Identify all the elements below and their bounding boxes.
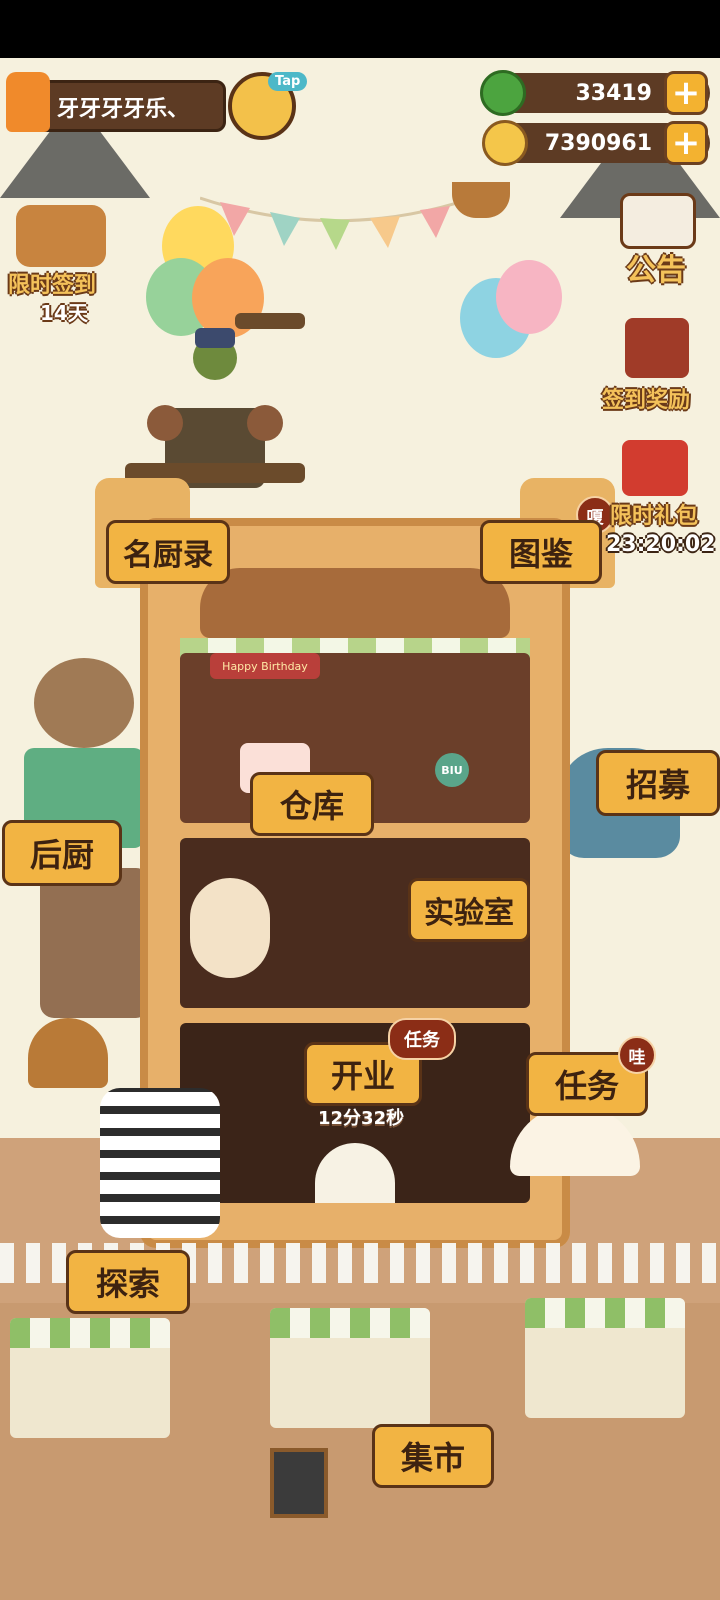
menu-board xyxy=(270,1448,328,1518)
recruit-label: 招募 xyxy=(625,766,690,804)
limited-gift-button[interactable]: 嗄 限时礼包 23:20:02 xyxy=(576,430,716,570)
lab-label: 实验室 xyxy=(424,896,514,931)
dessert-stall[interactable] xyxy=(10,1318,170,1438)
encyclopedia-label: 图鉴 xyxy=(508,535,573,573)
add-cookie-button[interactable]: + xyxy=(664,71,708,115)
coin-icon xyxy=(482,120,528,166)
bell xyxy=(28,1018,108,1088)
explore-button[interactable]: 探索 xyxy=(66,1250,190,1314)
stall-awning xyxy=(10,1318,170,1348)
gift-pack-icon xyxy=(622,440,688,496)
famous-chefs-label: 名厨录 xyxy=(123,538,213,573)
warehouse-button[interactable]: 仓库 xyxy=(250,772,374,836)
plus-icon: + xyxy=(671,123,701,163)
market-label: 集市 xyxy=(400,1439,465,1477)
tap-label: Tap xyxy=(268,72,308,91)
market-button[interactable]: 集市 xyxy=(372,1424,494,1488)
birthday-banner: Happy Birthday xyxy=(210,653,320,679)
animal-toy-stall[interactable] xyxy=(525,1298,685,1418)
tasks-badge: 哇 xyxy=(618,1036,656,1074)
stall-awning xyxy=(270,1308,430,1338)
warehouse-label: 仓库 xyxy=(279,787,344,825)
daily-signin-event[interactable]: 限时签到 14天 xyxy=(8,205,118,325)
coffee-pot xyxy=(40,868,150,1018)
back-kitchen-label: 后厨 xyxy=(29,836,94,874)
plus-icon: + xyxy=(671,73,701,113)
shop-door xyxy=(315,1143,395,1203)
speech-bubble-icon xyxy=(620,193,696,249)
coffee-stall[interactable] xyxy=(270,1308,430,1428)
recruit-button[interactable]: 招募 xyxy=(596,750,720,816)
gift-box-icon xyxy=(16,205,106,267)
status-bar xyxy=(0,0,720,58)
daily-signin-days: 14天 xyxy=(40,301,88,325)
stall-awning xyxy=(525,1298,685,1328)
famous-chefs-button[interactable]: 名厨录 xyxy=(106,520,230,584)
cookie-count: 33419 xyxy=(575,80,652,106)
explore-label: 探索 xyxy=(95,1265,160,1303)
announcement-label: 公告 xyxy=(626,253,686,288)
announcement-button[interactable]: 公告 xyxy=(600,185,710,295)
signin-reward-label: 签到奖励 xyxy=(602,388,691,413)
open-business-task-badge: 任务 xyxy=(388,1018,456,1060)
open-business-timer: 12分32秒 xyxy=(318,1108,405,1129)
fox-face-sign xyxy=(200,568,510,638)
daily-signin-label: 限时签到 xyxy=(8,273,97,298)
player-name: 牙牙牙牙乐、 xyxy=(57,97,190,122)
limited-gift-label: 限时礼包 xyxy=(610,504,699,529)
biu-sign: BIU xyxy=(435,753,469,787)
open-business-label: 开业 xyxy=(330,1057,395,1095)
coin-count: 7390961 xyxy=(544,130,652,156)
teddy-bear xyxy=(190,878,270,978)
signin-reward-button[interactable]: 签到奖励 xyxy=(600,310,714,420)
zebra xyxy=(100,1088,220,1238)
lab-button[interactable]: 实验室 xyxy=(408,878,530,942)
tasks-label: 任务 xyxy=(554,1067,619,1105)
add-coin-button[interactable]: + xyxy=(664,121,708,165)
back-kitchen-button[interactable]: 后厨 xyxy=(2,820,122,886)
avatar-button[interactable]: Tap xyxy=(228,72,308,140)
encyclopedia-button[interactable]: 图鉴 xyxy=(480,520,602,584)
trophy-icon xyxy=(6,72,50,132)
cake-box-icon xyxy=(625,318,689,378)
cookie-icon xyxy=(480,70,526,116)
balloon-pink xyxy=(496,260,562,334)
limited-gift-timer: 23:20:02 xyxy=(606,532,716,557)
